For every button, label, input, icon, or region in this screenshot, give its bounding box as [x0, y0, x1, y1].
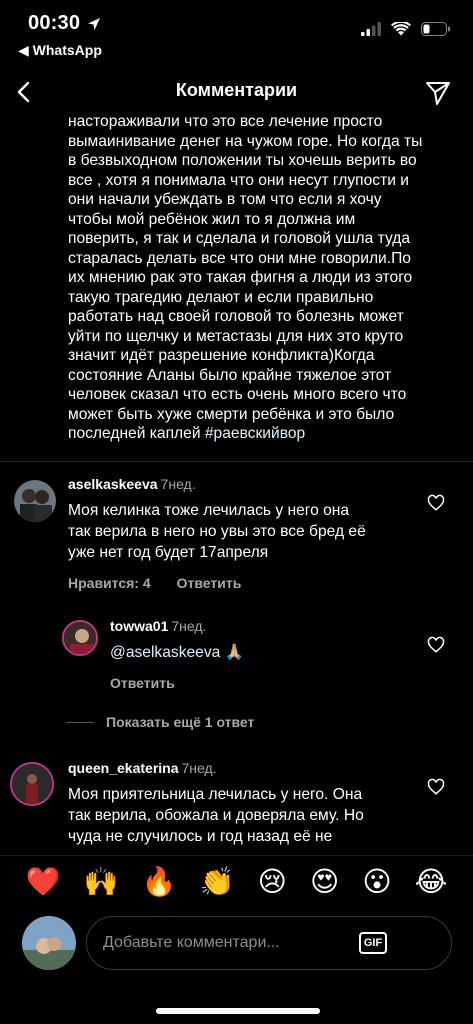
- emoji-laughing-button[interactable]: 😂: [415, 867, 448, 896]
- emoji-surprised-button[interactable]: 😮: [362, 867, 391, 896]
- caption-line: работать над своей головой то болезнь мо…: [68, 308, 404, 325]
- header: Комментарии: [0, 66, 473, 118]
- avatar-photo: [14, 480, 56, 522]
- send-icon: [426, 82, 450, 105]
- status-bar: 00:30 ◀ WhatsApp: [0, 0, 473, 62]
- caption-line: уйти по щелчку и метастазы для них это к…: [68, 327, 404, 345]
- emoji-heart-eyes-button[interactable]: 😍: [310, 867, 339, 896]
- wifi-icon: [391, 22, 411, 36]
- status-icons: [361, 22, 451, 36]
- comment-input[interactable]: [87, 934, 347, 952]
- comment-meta: Нравится: 4 Ответить: [68, 575, 408, 591]
- caption-line: они начали убеждать в том что если я хоч…: [68, 191, 382, 208]
- show-more-replies-button[interactable]: Показать ещё 1 ответ: [66, 714, 254, 730]
- caption-line: старалась делать все что они мне говорил…: [68, 249, 411, 267]
- emoji-raised-hands-button[interactable]: 🙌: [84, 867, 119, 896]
- caption-line: состояние Аланы было крайне тяжелое этот: [68, 366, 392, 384]
- comment-text: Моя приятельница лечилась у него. Она та…: [68, 784, 408, 847]
- caption-line: их мнению рак это такая фигня а люди из …: [68, 269, 413, 286]
- time-text: 00:30: [28, 12, 81, 34]
- comment-time: 7нед.: [171, 618, 207, 634]
- avatar-photo: [64, 622, 96, 654]
- comment-text-line: так верила в него но увы это все бред её: [68, 523, 366, 540]
- emoji-fire-button[interactable]: 🔥: [142, 867, 177, 896]
- mention-link[interactable]: @aselkaskeeva: [110, 644, 220, 661]
- status-time: 00:30: [28, 12, 102, 35]
- gif-button[interactable]: GIF: [359, 932, 387, 954]
- back-app-label: ◀ WhatsApp: [18, 42, 102, 58]
- heart-icon[interactable]: [427, 636, 445, 654]
- more-replies-line: [66, 721, 94, 723]
- pray-emoji: 🙏🏼: [224, 644, 245, 661]
- comment-body: queen_ekaterina 7нед. Моя приятельница ле…: [68, 760, 408, 847]
- caption-line: в безвыходном положении ты хочешь верить…: [68, 152, 417, 169]
- comment-username[interactable]: queen_ekaterina: [68, 760, 179, 776]
- share-button[interactable]: [423, 78, 453, 108]
- page-title: Комментарии: [175, 80, 298, 100]
- avatar-photo: [22, 916, 76, 970]
- caption-line: значит идёт разрешение конфликта)Когда: [68, 347, 375, 364]
- caption-line: поверить, я так и сделала и головой ушла…: [68, 230, 411, 247]
- location-arrow-icon: [88, 17, 101, 30]
- caption-line: все , хотя я понимала что они несут глуп…: [68, 171, 409, 189]
- battery-icon: [421, 22, 450, 36]
- comment-input-row: GIF: [0, 913, 473, 975]
- emoji-crying-button[interactable]: 😢: [258, 867, 287, 896]
- comment-text-line: чуда не случилось и год назад её не: [68, 828, 333, 845]
- caption-line: человек сказал что есть очень много всег…: [68, 386, 407, 403]
- heart-icon[interactable]: [427, 494, 445, 512]
- caption-line: такую трагедию делают и если правильно: [68, 288, 374, 306]
- likes-count-link[interactable]: Нравится: 4: [68, 575, 151, 591]
- avatar[interactable]: [62, 620, 98, 656]
- avatar-photo: [12, 764, 52, 804]
- caption-last-text: последней каплей: [68, 425, 205, 442]
- comment-text: Моя келинка тоже лечилась у него она так…: [68, 500, 408, 563]
- caption-line: может быть хуже смерти ребёнка и это был…: [68, 405, 395, 423]
- caption-line: чтобы мой ребёнок жил то я должна им: [68, 210, 356, 228]
- comment-username[interactable]: aselkaskeeva: [68, 476, 158, 492]
- avatar[interactable]: [14, 480, 56, 522]
- caption-line: вымаинивание денег на чужом горе. Но ког…: [68, 132, 423, 150]
- comment-meta: Ответить: [110, 675, 410, 691]
- comment-body: aselkaskeeva 7нед. Моя келинка тоже лечил…: [68, 476, 408, 591]
- comment-time: 7нед.: [181, 760, 217, 776]
- caption-line: настораживали что это все лечение просто: [68, 113, 383, 130]
- comment-text: @aselkaskeeva 🙏🏼: [110, 642, 410, 663]
- caption-divider: [0, 461, 473, 462]
- home-indicator: [156, 1008, 320, 1014]
- emoji-heart-button[interactable]: ❤️: [26, 867, 61, 896]
- comment-text-line: уже нет год будет 17апреля: [68, 544, 269, 561]
- avatar[interactable]: [10, 762, 54, 806]
- comment-text-line: так верила, обожала и доверяла ему. Но: [68, 807, 364, 824]
- emoji-clap-button[interactable]: 👏: [200, 867, 235, 896]
- heart-icon[interactable]: [427, 778, 445, 796]
- comment-text-line: Моя келинка тоже лечилась у него она: [68, 502, 350, 519]
- hashtag-link[interactable]: #раевскийвор: [205, 425, 305, 442]
- post-caption: настораживали что это все лечение просто…: [68, 112, 460, 442]
- my-avatar: [22, 916, 76, 970]
- back-to-app-link[interactable]: ◀ WhatsApp: [18, 42, 102, 59]
- reply-button[interactable]: Ответить: [110, 675, 175, 691]
- comment-body: towwa01 7нед. @aselkaskeeva 🙏🏼 Ответить: [110, 618, 410, 691]
- caption-last-line: последней каплей #раевскийвор: [68, 424, 460, 442]
- comment-input-box[interactable]: GIF: [86, 916, 452, 970]
- comment-text-line: Моя приятельница лечилась у него. Она: [68, 786, 363, 803]
- signal-icon: [361, 22, 381, 36]
- more-replies-label: Показать ещё 1 ответ: [106, 714, 255, 730]
- comment-time: 7нед.: [160, 476, 196, 492]
- emoji-quick-bar: ❤️ 🙌 🔥 👏 😢 😍 😮 😂: [0, 855, 473, 907]
- reply-button[interactable]: Ответить: [177, 575, 242, 591]
- comment-username[interactable]: towwa01: [110, 618, 168, 634]
